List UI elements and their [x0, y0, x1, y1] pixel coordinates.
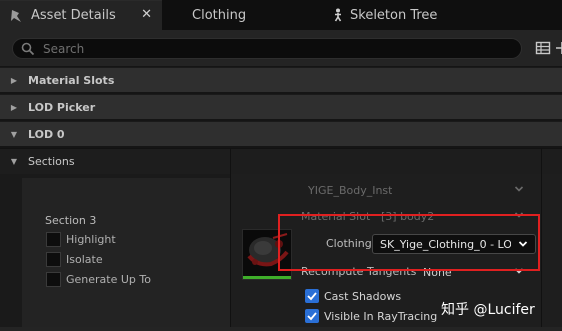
checkmark-icon — [307, 312, 317, 321]
highlight-annotation-box — [278, 214, 540, 271]
tab-asset-details[interactable]: Asset Details ✕ — [0, 0, 162, 30]
sections-label: Sections — [28, 155, 75, 168]
checkbox-label: Generate Up To — [66, 273, 151, 286]
highlight-checkbox[interactable] — [46, 232, 61, 247]
checkbox-label: Isolate — [66, 253, 103, 266]
checkbox-label: Highlight — [66, 233, 116, 246]
thumbnail-status-bar — [243, 276, 291, 279]
isolate-checkbox[interactable] — [46, 252, 61, 267]
tab-bar: Asset Details ✕ Clothing Skeleton Tree — [0, 0, 562, 30]
category-label: Material Slots — [28, 73, 115, 87]
asset-details-icon — [11, 9, 21, 22]
column-divider[interactable] — [541, 148, 542, 331]
cast-shadows-row[interactable]: Cast Shadows — [305, 289, 401, 303]
generate-up-to-checkbox[interactable] — [46, 272, 61, 287]
column-divider[interactable] — [230, 148, 231, 331]
chevron-down-icon — [514, 186, 524, 192]
bottom-strip — [0, 327, 562, 331]
sections-header[interactable]: ▼ Sections — [0, 148, 562, 174]
section-title: Section 3 — [45, 214, 97, 227]
table-view-icon[interactable] — [535, 40, 551, 56]
material-value: YIGE_Body_Inst — [308, 183, 393, 197]
checkmark-icon — [307, 292, 317, 301]
material-combo[interactable]: YIGE_Body_Inst — [301, 180, 531, 200]
isolate-checkbox-row[interactable]: Isolate — [46, 252, 103, 267]
tab-label: Clothing — [192, 7, 247, 23]
category-material-slots[interactable]: ▶ Material Slots — [0, 67, 562, 92]
generate-up-to-checkbox-row[interactable]: Generate Up To — [46, 272, 151, 287]
watermark: 知乎 @Lucifer — [441, 302, 535, 318]
chevron-down-icon: ▼ — [10, 157, 18, 166]
category-label: LOD Picker — [28, 100, 96, 114]
chevron-right-icon: ▶ — [10, 102, 18, 112]
category-lod-picker[interactable]: ▶ LOD Picker — [0, 94, 562, 119]
cast-shadows-checkbox[interactable] — [305, 289, 319, 303]
search-input[interactable] — [43, 40, 503, 57]
chevron-down-icon: ▼ — [10, 129, 18, 139]
tab-label: Skeleton Tree — [350, 7, 438, 23]
settings-icon[interactable] — [554, 40, 562, 56]
category-label: LOD 0 — [28, 127, 65, 141]
search-icon — [21, 42, 35, 56]
cast-shadows-label: Cast Shadows — [324, 289, 402, 303]
tab-label: Asset Details — [31, 8, 116, 23]
close-icon[interactable]: ✕ — [141, 7, 152, 22]
tab-clothing[interactable]: Clothing — [192, 0, 246, 30]
visible-in-raytracing-checkbox[interactable] — [305, 309, 319, 323]
highlight-checkbox-row[interactable]: Highlight — [46, 232, 116, 247]
search-box[interactable] — [12, 38, 522, 59]
tab-skeleton-tree[interactable]: Skeleton Tree — [330, 0, 437, 30]
visible-in-raytracing-label: Visible In RayTracing — [324, 309, 438, 323]
category-lod-0[interactable]: ▼ LOD 0 — [0, 121, 562, 146]
skeleton-tree-icon — [334, 8, 342, 22]
visible-in-raytracing-row[interactable]: Visible In RayTracing — [305, 309, 437, 323]
chevron-right-icon: ▶ — [10, 75, 18, 85]
